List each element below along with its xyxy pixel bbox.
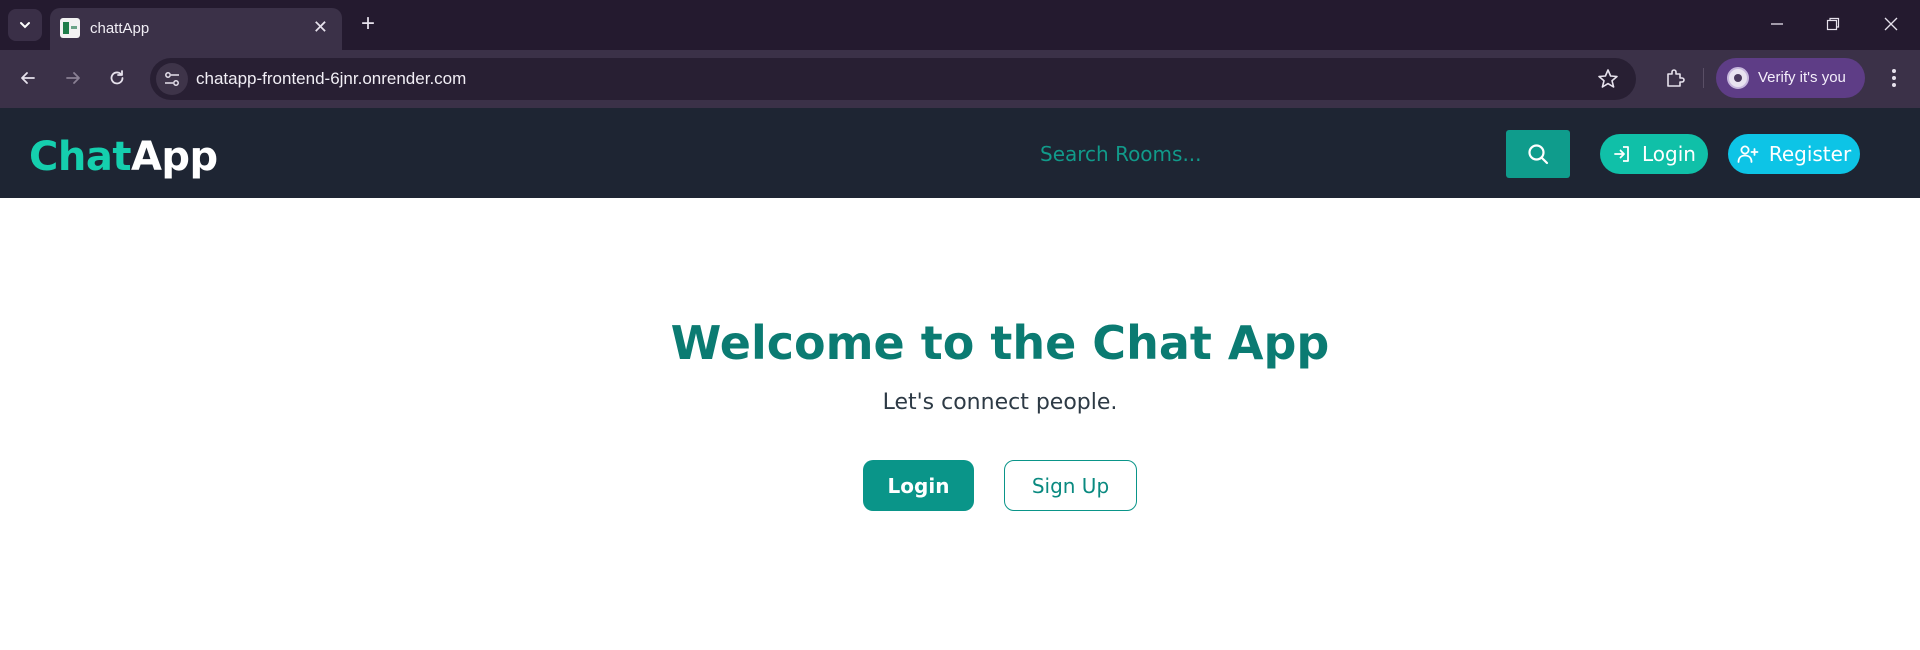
hero-subtitle: Let's connect people. (882, 390, 1118, 415)
close-icon (1884, 17, 1898, 31)
login-icon (1614, 146, 1629, 162)
hero-login-button[interactable]: Login (863, 460, 974, 511)
brand-chat: Chat (29, 134, 131, 180)
close-window-button[interactable] (1879, 12, 1903, 36)
profile-label: Verify it's you (1758, 69, 1846, 86)
sheet-favicon-icon (60, 18, 80, 38)
profile-button[interactable]: Verify it's you (1716, 58, 1865, 98)
brand-app: App (130, 134, 218, 180)
site-info-button[interactable] (156, 63, 188, 95)
search-button[interactable] (1506, 130, 1570, 178)
browser-menu-button[interactable] (1880, 64, 1908, 92)
restore-icon (1826, 17, 1840, 31)
puzzle-piece-icon (1667, 69, 1685, 87)
app-navbar: ChatApp Login Register (0, 108, 1920, 198)
avatar (1727, 67, 1749, 89)
navbar-login-button[interactable]: Login (1600, 134, 1708, 174)
browser-toolbar: chatapp-frontend-6jnr.onrender.com Verif… (0, 50, 1920, 108)
toolbar-divider (1703, 68, 1704, 88)
hero-signup-button[interactable]: Sign Up (1004, 460, 1137, 511)
browser-tab[interactable]: chattApp ✕ (50, 8, 342, 50)
restore-button[interactable] (1821, 12, 1845, 36)
extensions-button[interactable] (1660, 63, 1690, 93)
minimize-icon (1771, 23, 1783, 25)
forward-button[interactable] (59, 64, 87, 92)
back-button[interactable] (14, 64, 42, 92)
browser-tabstrip: chattApp ✕ + (0, 0, 1920, 50)
navbar-login-label: Login (1642, 142, 1696, 166)
address-bar[interactable]: chatapp-frontend-6jnr.onrender.com (150, 58, 1636, 100)
search-icon (1528, 144, 1549, 165)
tab-close-icon[interactable]: ✕ (313, 17, 328, 37)
reload-icon (110, 70, 124, 85)
search-input[interactable] (1030, 130, 1506, 178)
tab-search-button[interactable] (8, 9, 42, 41)
hero-title: Welcome to the Chat App (670, 316, 1330, 370)
room-search (1030, 130, 1570, 178)
url-text[interactable]: chatapp-frontend-6jnr.onrender.com (196, 69, 466, 89)
chevron-down-icon (20, 22, 30, 29)
new-tab-button[interactable]: + (355, 11, 381, 37)
navbar-register-label: Register (1768, 142, 1852, 166)
brand-logo[interactable]: ChatApp (29, 134, 218, 180)
more-vertical-icon (1892, 69, 1896, 87)
navbar-register-button[interactable]: Register (1728, 134, 1860, 174)
arrow-right-icon (66, 72, 80, 84)
tune-icon (165, 72, 179, 86)
reload-button[interactable] (103, 64, 131, 92)
arrow-left-icon (21, 72, 35, 84)
tab-title: chattApp (90, 20, 150, 37)
bookmark-star-icon[interactable] (1596, 67, 1620, 91)
user-plus-icon (1737, 145, 1759, 163)
minimize-button[interactable] (1765, 12, 1789, 36)
